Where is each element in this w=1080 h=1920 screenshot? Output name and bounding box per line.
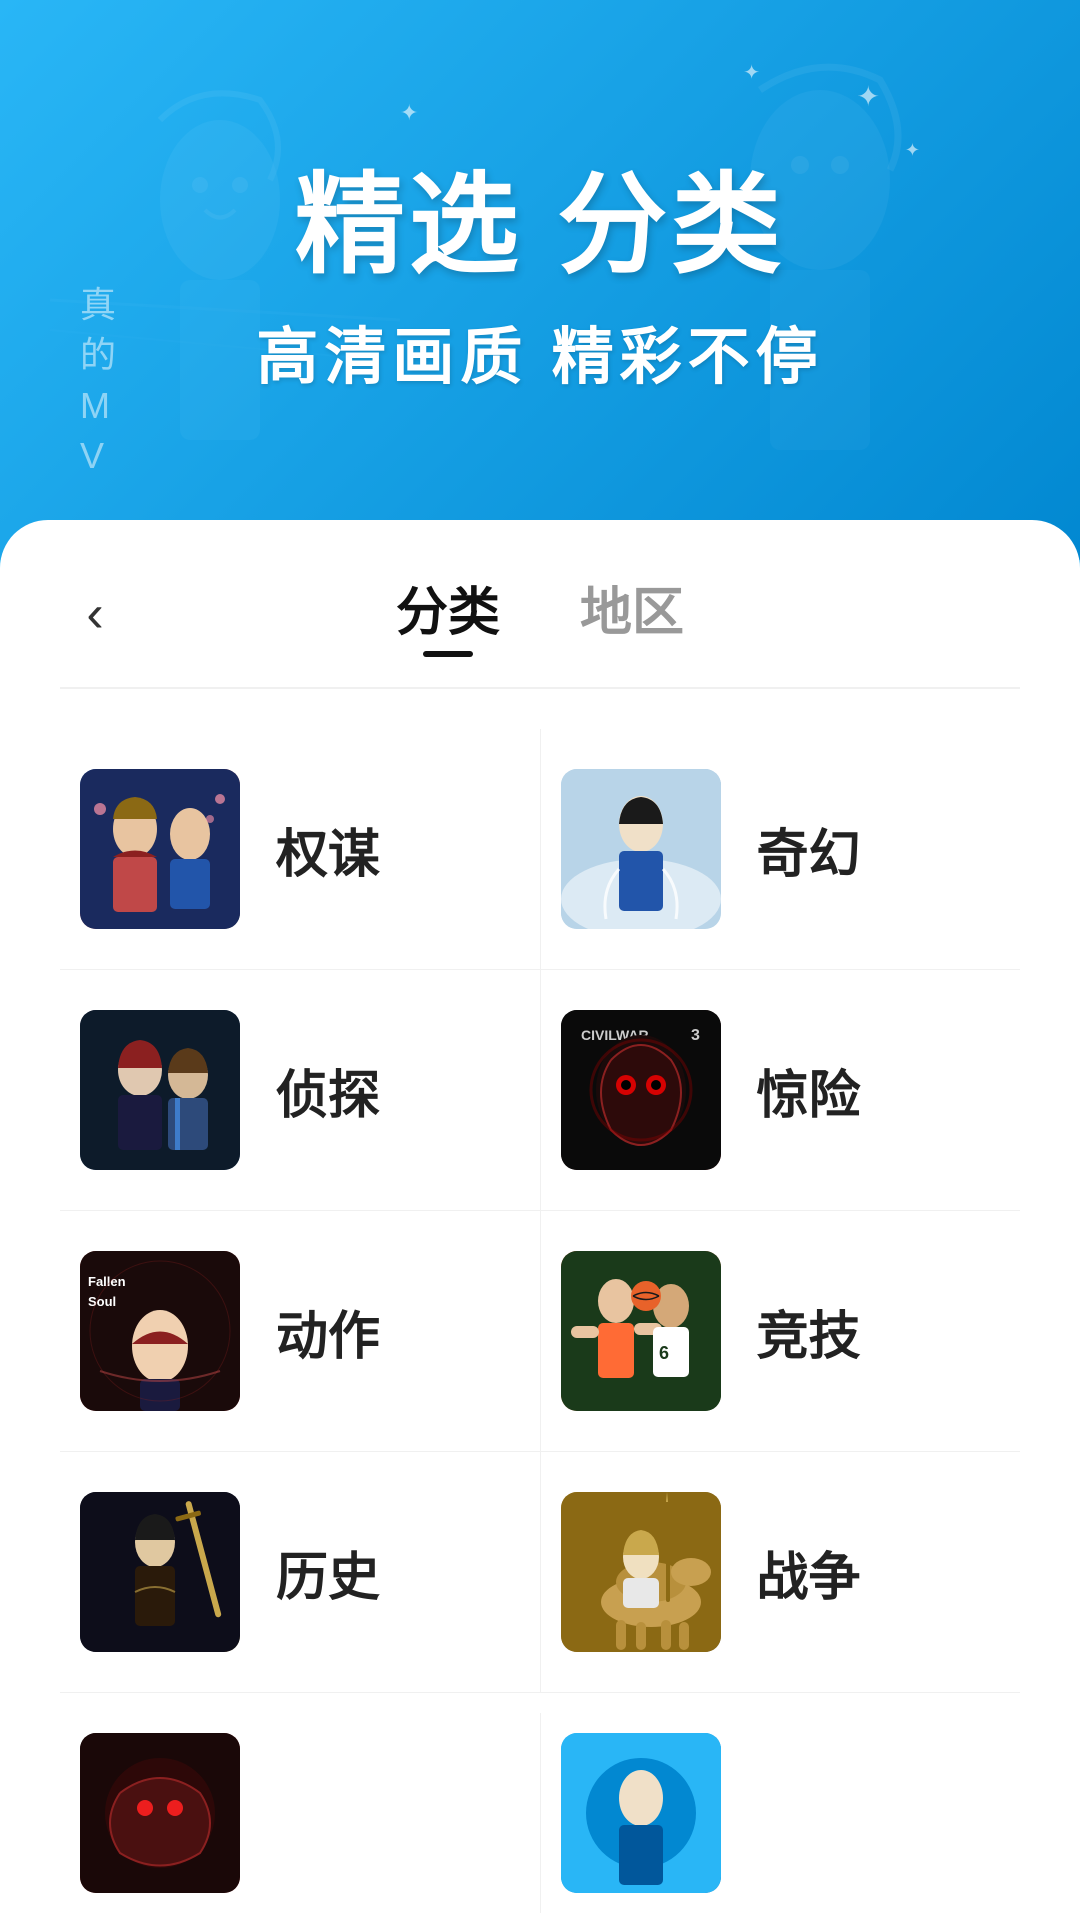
hero-title-left: 精选 [295,164,523,287]
hero-title-right: 分类 [557,164,785,287]
label-jingxian: 惊险 [757,1053,861,1128]
svg-text:Soul: Soul [88,1294,116,1309]
thumb-zhentan [80,1010,240,1170]
label-dongzuo: 动作 [276,1294,380,1369]
category-row-4: 历史 [60,1452,1020,1693]
svg-text:6: 6 [659,1343,669,1363]
category-item-quanmou[interactable]: 权谋 [60,729,541,969]
star-decoration4: ✦ [400,100,418,126]
category-item-zhanzhen[interactable]: 战争 [541,1452,1021,1692]
category-item-jingxian[interactable]: CIVILWAR 3 惊险 [541,970,1021,1210]
thumb-lishi [80,1492,240,1652]
thumb-quanmou [80,769,240,929]
label-quanmou: 权谋 [276,812,380,887]
label-zhentan: 侦探 [276,1053,380,1128]
label-qihuan: 奇幻 [757,812,861,887]
content-card: ‹ 分类 地区 [0,520,1080,1920]
hero-title: 精选 分类 [256,165,823,286]
hero-section: ✦ ✦ ✦ ✦ 真 的 M V 精选 分类 高清画质 精彩不停 [0,0,1080,560]
category-item-dongzuo[interactable]: Fallen Soul 动作 [60,1211,541,1451]
side-decoration-text: 真 的 M V [80,280,116,482]
thumb-qihuan [561,769,721,929]
svg-text:Fallen: Fallen [88,1274,126,1289]
category-item-jingji[interactable]: 6 竞技 [541,1211,1021,1451]
category-item-qihuan[interactable]: 奇幻 [541,729,1021,969]
tab-bar: ‹ 分类 地区 [60,520,1020,687]
thumb-jingji: 6 [561,1251,721,1411]
hero-subtitle: 高清画质 精彩不停 [256,306,823,396]
hero-content: 精选 分类 高清画质 精彩不停 [256,165,823,396]
category-row-2: 侦探 CIVILWAR 3 [60,970,1020,1211]
category-row-partial [60,1693,1020,1913]
tab-divider [60,687,1020,689]
category-row-1: 权谋 奇幻 [60,729,1020,970]
tab-region[interactable]: 地区 [580,570,684,657]
category-item-bottom-right[interactable] [541,1713,1021,1913]
category-item-lishi[interactable]: 历史 [60,1452,541,1692]
category-grid: 权谋 奇幻 [60,729,1020,1913]
thumb-jingxian: CIVILWAR 3 [561,1010,721,1170]
svg-text:3: 3 [691,1027,700,1044]
label-zhanzhen: 战争 [757,1535,861,1610]
label-lishi: 历史 [276,1535,380,1610]
thumb-dongzuo: Fallen Soul [80,1251,240,1411]
category-item-bottom-left[interactable] [60,1713,541,1913]
category-row-3: Fallen Soul 动作 [60,1211,1020,1452]
star-decoration: ✦ [857,80,880,113]
tab-container: 分类 地区 [396,570,684,657]
tab-category[interactable]: 分类 [396,570,500,657]
category-item-zhentan[interactable]: 侦探 [60,970,541,1210]
thumb-bottom1 [80,1733,240,1893]
thumb-zhanzhen [561,1492,721,1652]
thumb-bottom2 [561,1733,721,1893]
star-decoration2: ✦ [743,60,760,85]
label-jingji: 竞技 [757,1294,861,1369]
star-decoration3: ✦ [905,140,920,161]
back-button[interactable]: ‹ [60,579,130,649]
